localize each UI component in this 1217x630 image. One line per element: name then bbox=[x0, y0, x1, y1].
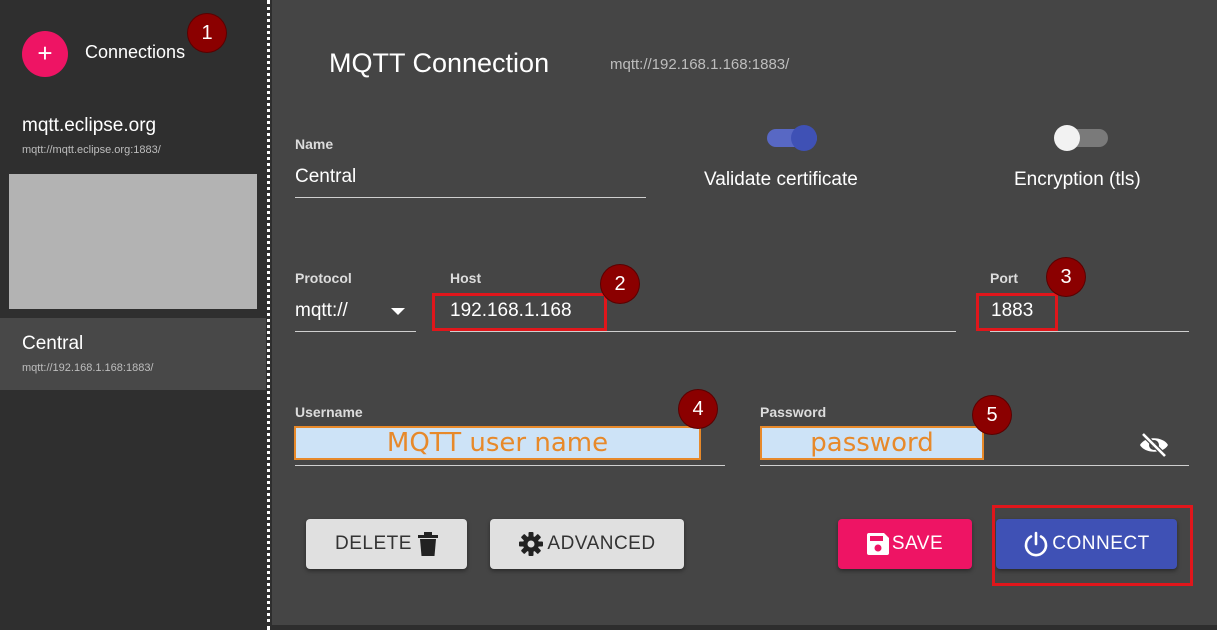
connection-url: mqtt://192.168.1.168:1883/ bbox=[610, 56, 790, 73]
save-button[interactable]: SAVE bbox=[838, 519, 972, 569]
sidebar-item-url: mqtt://192.168.1.168:1883/ bbox=[22, 362, 154, 374]
sidebar-item-title: mqtt.eclipse.org bbox=[22, 115, 157, 136]
connection-panel: MQTT Connection mqtt://192.168.1.168:188… bbox=[272, 0, 1217, 625]
sidebar-title: Connections bbox=[85, 42, 186, 62]
toggle-knob bbox=[791, 125, 817, 151]
name-underline bbox=[295, 197, 646, 198]
toggle-knob bbox=[1054, 125, 1080, 151]
annotation-marker-3: 3 bbox=[1047, 258, 1085, 296]
sidebar-item-url: mqtt://mqtt.eclipse.org:1883/ bbox=[22, 144, 161, 156]
trash-icon bbox=[417, 532, 438, 556]
port-underline bbox=[990, 331, 1189, 332]
delete-button-label: DELETE bbox=[335, 533, 412, 554]
advanced-button[interactable]: ADVANCED bbox=[490, 519, 684, 569]
save-icon bbox=[866, 533, 889, 555]
advanced-button-label: ADVANCED bbox=[547, 533, 656, 554]
eye-off-icon[interactable] bbox=[1138, 431, 1170, 459]
sidebar-item-title: Central bbox=[22, 333, 84, 354]
gear-icon bbox=[519, 532, 544, 556]
host-label: Host bbox=[450, 270, 482, 286]
password-field[interactable]: password bbox=[760, 426, 984, 460]
sidebar-item-central[interactable]: Central mqtt://192.168.1.168:1883/ bbox=[0, 318, 266, 390]
protocol-underline bbox=[295, 331, 416, 332]
annotation-box-host bbox=[432, 293, 607, 331]
add-connection-button[interactable]: + bbox=[22, 31, 68, 77]
annotation-marker-2: 2 bbox=[601, 265, 639, 303]
annotation-box-port bbox=[976, 293, 1058, 331]
divider bbox=[267, 0, 270, 630]
encryption-label: Encryption (tls) bbox=[1014, 169, 1141, 190]
password-underline bbox=[760, 465, 1189, 466]
protocol-value: mqtt:// bbox=[295, 300, 348, 321]
save-button-label: SAVE bbox=[891, 533, 944, 554]
protocol-label: Protocol bbox=[295, 270, 352, 286]
annotation-marker-1: 1 bbox=[188, 14, 226, 52]
username-underline bbox=[295, 465, 725, 466]
sidebar: + Connections mqtt.eclipse.org mqtt://mq… bbox=[0, 0, 266, 630]
validate-certificate-label: Validate certificate bbox=[704, 169, 858, 190]
redacted-image bbox=[9, 174, 257, 309]
page-title: MQTT Connection bbox=[329, 48, 550, 78]
annotation-box-connect bbox=[992, 505, 1193, 586]
host-underline bbox=[450, 331, 956, 332]
chevron-down-icon bbox=[391, 308, 405, 315]
delete-button[interactable]: DELETE bbox=[306, 519, 467, 569]
annotation-marker-4: 4 bbox=[679, 390, 717, 428]
username-field[interactable]: MQTT user name bbox=[294, 426, 701, 460]
port-label: Port bbox=[990, 270, 1018, 286]
name-label: Name bbox=[295, 136, 334, 152]
username-label: Username bbox=[295, 404, 363, 420]
password-label: Password bbox=[760, 404, 827, 420]
annotation-marker-5: 5 bbox=[973, 396, 1011, 434]
plus-icon: + bbox=[37, 38, 53, 68]
name-field[interactable]: Central bbox=[295, 166, 356, 188]
